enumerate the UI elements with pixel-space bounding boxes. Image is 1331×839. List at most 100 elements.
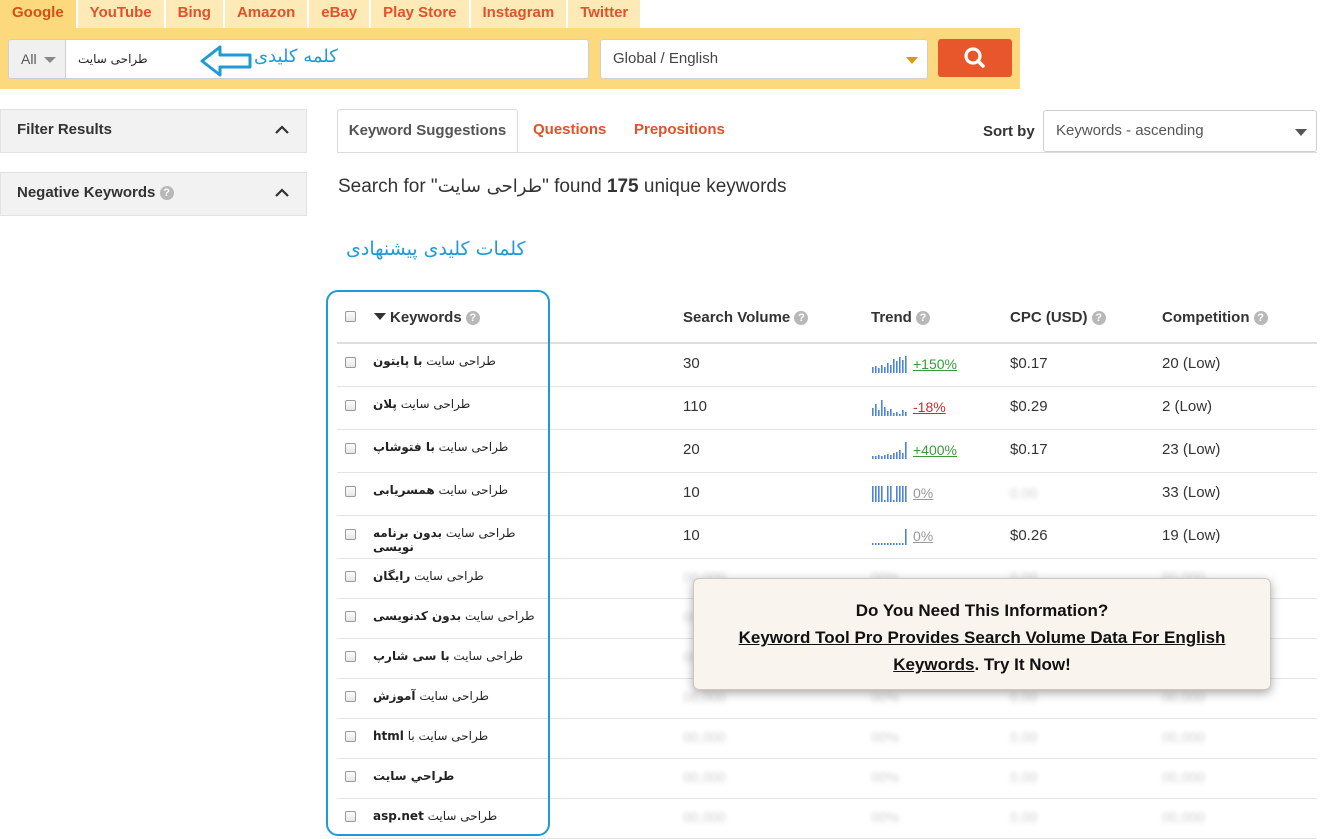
trend-value: 0% <box>913 528 934 544</box>
chevron-up-icon <box>275 188 289 197</box>
scope-select[interactable]: All <box>8 39 66 79</box>
trend-value: -18% <box>913 399 946 415</box>
tab-divider <box>337 152 1317 153</box>
help-icon[interactable]: ? <box>794 311 809 325</box>
keyword-cell[interactable]: طراحی سایت با فتوشاپ <box>373 440 553 454</box>
cpc-cell: 0.00 <box>1010 485 1038 501</box>
tab-youtube[interactable]: YouTube <box>77 0 166 30</box>
tab-instagram[interactable]: Instagram <box>470 0 569 30</box>
table-row[interactable]: طراحی سایت asp.net 00,000 00% 0.00 00,00… <box>337 798 1317 839</box>
keyword-extra: با پایتون <box>373 354 423 368</box>
tab-bing[interactable]: Bing <box>165 0 225 30</box>
tab-ebay[interactable]: eBay <box>309 0 372 30</box>
tab-twitter[interactable]: Twitter <box>568 0 643 30</box>
negative-keywords-panel[interactable]: Negative Keywords ? <box>0 172 307 216</box>
keyword-cell[interactable]: طراحی سایت پلان <box>373 397 553 411</box>
chevron-down-icon <box>44 57 56 63</box>
table-row[interactable]: طراحی سایت با پایتون 30 +150% $0.17 20 (… <box>337 343 1317 387</box>
keyword-cell[interactable]: طراحی سایت آموزش <box>373 689 553 703</box>
table-row[interactable]: طراحی سایت با html 00,000 00% 0.00 00,00… <box>337 718 1317 759</box>
help-icon[interactable]: ? <box>1253 311 1268 325</box>
trend-sparkline <box>872 356 907 373</box>
row-checkbox[interactable] <box>345 571 356 582</box>
competition-cell: 2 (Low) <box>1162 398 1213 415</box>
help-icon[interactable]: ? <box>1091 311 1106 325</box>
row-checkbox[interactable] <box>345 443 356 454</box>
tab-prepositions[interactable]: Prepositions <box>634 109 725 153</box>
volume-cell: 110 <box>683 398 707 415</box>
help-icon[interactable]: ? <box>159 186 174 200</box>
source-tabs: Google YouTube Bing Amazon eBay Play Sto… <box>0 0 643 30</box>
table-row[interactable]: طراحی سایت بدون برنامه نویسی 10 0% $0.26… <box>337 515 1317 559</box>
keyword-cell[interactable]: طراحی سایت بدون برنامه نویسی <box>373 526 553 554</box>
row-checkbox[interactable] <box>345 651 356 662</box>
row-checkbox[interactable] <box>345 731 356 742</box>
keyword-cell[interactable]: طراحی سایت رایگان <box>373 569 553 583</box>
cpc-cell: $0.26 <box>1010 527 1048 544</box>
row-checkbox[interactable] <box>345 486 356 497</box>
column-keywords[interactable]: Keywords ? <box>374 309 480 326</box>
keyword-extra: آموزش <box>373 689 416 703</box>
column-cpc-label: CPC (USD) <box>1010 309 1088 326</box>
keyword-cell[interactable]: طراحی سایت با سی شارپ <box>373 649 553 663</box>
keyword-cell[interactable]: طراحي سايت <box>373 769 553 783</box>
competition-cell: 23 (Low) <box>1162 441 1221 458</box>
keyword-cell[interactable]: طراحی سایت بدون کدنویسی <box>373 609 553 623</box>
volume-cell: 30 <box>683 355 700 372</box>
select-all-checkbox[interactable] <box>345 311 356 322</box>
trend-value: 00% <box>871 729 900 745</box>
volume-cell: 00,000 <box>683 689 726 705</box>
filter-results-panel[interactable]: Filter Results <box>0 109 307 153</box>
volume-cell: 00,000 <box>683 729 726 745</box>
tab-amazon[interactable]: Amazon <box>224 0 310 30</box>
table-row[interactable]: طراحی سایت همسریابی 10 0% 0.00 33 (Low) <box>337 472 1317 516</box>
keyword-cell[interactable]: طراحی سایت با html <box>373 729 553 743</box>
chevron-up-icon <box>275 125 289 134</box>
competition-cell: 00,000 <box>1162 769 1205 785</box>
row-checkbox[interactable] <box>345 400 356 411</box>
column-cpc[interactable]: CPC (USD) ? <box>1010 309 1106 326</box>
chevron-down-icon <box>1295 129 1307 136</box>
row-checkbox[interactable] <box>345 611 356 622</box>
keyword-base: طراحی سایت <box>400 397 471 411</box>
tab-play-store[interactable]: Play Store <box>371 0 471 30</box>
cpc-cell: 0.00 <box>1010 769 1038 785</box>
keyword-cell[interactable]: طراحی سایت با پایتون <box>373 354 553 368</box>
competition-cell: 00,000 <box>1162 729 1205 745</box>
row-checkbox[interactable] <box>345 357 356 368</box>
help-icon[interactable]: ? <box>465 311 480 325</box>
sort-select[interactable]: Keywords - ascending <box>1043 110 1317 152</box>
keyword-extra: رایگان <box>373 569 411 583</box>
competition-cell: 00,000 <box>1162 809 1205 825</box>
keyword-cell[interactable]: طراحی سایت همسریابی <box>373 483 553 497</box>
search-button[interactable] <box>938 39 1012 77</box>
keyword-extra: asp.net <box>373 809 424 823</box>
row-checkbox[interactable] <box>345 771 356 782</box>
row-checkbox[interactable] <box>345 529 356 540</box>
help-icon[interactable]: ? <box>916 311 931 325</box>
column-search-volume[interactable]: Search Volume ? <box>683 309 809 326</box>
trend-sparkline <box>872 400 907 416</box>
row-checkbox[interactable] <box>345 811 356 822</box>
summary-term: طراحی سایت <box>437 176 543 197</box>
column-trend[interactable]: Trend ? <box>871 309 931 326</box>
trend-value: 0% <box>913 485 934 501</box>
location-select[interactable]: Global / English <box>600 39 928 79</box>
volume-cell: 10 <box>683 527 700 544</box>
row-checkbox[interactable] <box>345 691 356 702</box>
tab-keyword-suggestions[interactable]: Keyword Suggestions <box>337 109 518 153</box>
keyword-cell[interactable]: طراحی سایت asp.net <box>373 809 553 823</box>
table-row[interactable]: طراحی سایت پلان 110 -18% $0.29 2 (Low) <box>337 386 1317 430</box>
table-row[interactable]: طراحی سایت با فتوشاپ 20 +400% $0.17 23 (… <box>337 429 1317 473</box>
competition-cell: 20 (Low) <box>1162 355 1221 372</box>
table-row[interactable]: طراحي سايت 00,000 00% 0.00 00,000 <box>337 758 1317 799</box>
keyword-extra: بدون کدنویسی <box>373 609 462 623</box>
keyword-base: طراحی سایت <box>438 440 509 454</box>
negative-keywords-label: Negative Keywords <box>17 184 156 201</box>
promo-body: Keyword Tool Pro Provides Search Volume … <box>694 624 1270 678</box>
tab-google[interactable]: Google <box>0 0 78 30</box>
volume-cell: 20 <box>683 441 700 458</box>
keyword-extra: طراحي سايت <box>373 769 455 783</box>
column-competition[interactable]: Competition ? <box>1162 309 1268 326</box>
tab-questions[interactable]: Questions <box>533 109 606 153</box>
